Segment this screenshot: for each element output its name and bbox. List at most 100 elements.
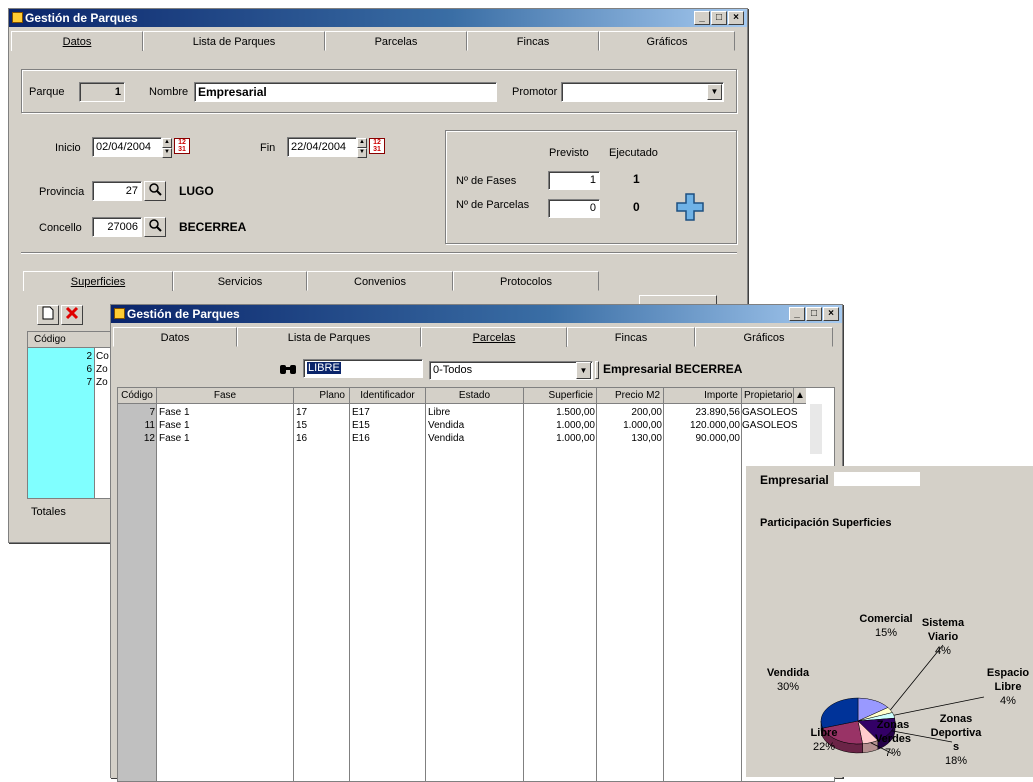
col-divider — [156, 404, 157, 781]
tab-parcelas[interactable]: Parcelas — [325, 31, 467, 51]
col-estado[interactable]: Estado — [426, 388, 524, 404]
inicio-spinner[interactable]: ▲ ▼ — [162, 138, 172, 158]
pie-label-zonas-verdes: Zonas Verdes 7% — [858, 718, 928, 760]
scroll-up-button[interactable]: ▲ — [794, 388, 806, 404]
close-button[interactable]: × — [823, 307, 839, 321]
window-title: Gestión de Parques — [25, 11, 138, 25]
title-bar[interactable]: Gestión de Parques _ □ × — [111, 305, 842, 323]
col-divider — [349, 404, 350, 781]
concello-label: Concello — [39, 222, 82, 234]
codigo-header: Código — [28, 332, 116, 348]
grid-header: Código Fase Plano Identificador Estado S… — [118, 388, 806, 404]
pie-label-libre: Libre 22% — [789, 726, 859, 754]
inicio-calendar-icon[interactable]: 12 31 — [174, 138, 190, 154]
fin-field[interactable]: 22/04/2004 — [287, 137, 357, 157]
fases-previsto-field[interactable]: 1 — [548, 171, 600, 190]
col-plano[interactable]: Plano — [294, 388, 350, 404]
col-fase[interactable]: Fase — [157, 388, 294, 404]
table-row[interactable]: 7 Fase 1 17 E17 Libre 1.500,00 200,00 23… — [118, 406, 812, 419]
fin-calendar-icon[interactable]: 12 31 — [369, 138, 385, 154]
tab-parcelas[interactable]: Parcelas — [421, 327, 567, 347]
col-divider — [663, 404, 664, 781]
promotor-label: Promotor — [512, 86, 558, 98]
pie-label-sistema-viario: Sistema Viario 4% — [908, 616, 978, 658]
promotor-select[interactable] — [561, 82, 724, 102]
tab-lista-parques[interactable]: Lista de Parques — [237, 327, 421, 347]
title-bar[interactable]: Gestión de Parques _ □ × — [9, 9, 747, 27]
inicio-field[interactable]: 02/04/2004 — [92, 137, 162, 157]
table-row[interactable]: 7 Zo — [28, 376, 116, 389]
pie-label-line: Vendida — [766, 667, 810, 679]
pie-label-espacio-libre: Espacio Libre 4% — [973, 666, 1033, 708]
table-row[interactable]: 6 Zo — [28, 363, 116, 376]
tab-datos[interactable]: Datos — [11, 31, 143, 51]
search-input[interactable]: LIBRE — [303, 359, 423, 378]
ejecutado-label: Ejecutado — [609, 147, 658, 159]
col-identificador[interactable]: Identificador — [350, 388, 426, 404]
parcelas-previsto-field[interactable]: 0 — [548, 199, 600, 218]
pie-label-line: 22% — [812, 741, 836, 753]
col-divider — [523, 404, 524, 781]
minimize-button[interactable]: _ — [789, 307, 805, 321]
col-superficie[interactable]: Superficie — [524, 388, 597, 404]
fases-label: Nº de Fases — [456, 175, 517, 187]
parque-label: Parque — [29, 86, 65, 98]
provincia-search-button[interactable] — [144, 181, 166, 201]
table-row[interactable]: 12 Fase 1 16 E16 Vendida 1.000,00 130,00… — [118, 432, 812, 445]
nombre-field[interactable]: Empresarial — [194, 82, 497, 102]
tab-fincas[interactable]: Fincas — [467, 31, 599, 51]
pie-label-vendida: Vendida 30% — [753, 666, 823, 694]
tab-graficos[interactable]: Gráficos — [695, 327, 833, 347]
col-codigo[interactable]: Código — [118, 388, 157, 404]
close-button[interactable]: × — [728, 11, 744, 25]
col-importe[interactable]: Importe — [664, 388, 742, 404]
provincia-field[interactable]: 27 — [92, 181, 142, 201]
add-phase-icon[interactable] — [675, 192, 705, 222]
table-row[interactable]: 2 Co — [28, 350, 116, 363]
maximize-button[interactable]: □ — [711, 11, 727, 25]
pie-label-line: 4% — [1000, 695, 1016, 707]
tab-lista-parques[interactable]: Lista de Parques — [143, 31, 325, 51]
binoculars-icon[interactable] — [279, 362, 297, 376]
tab-datos[interactable]: Datos — [113, 327, 237, 347]
parcelas-grid[interactable]: Código Fase Plano Identificador Estado S… — [117, 387, 835, 782]
tab-graficos[interactable]: Gráficos — [599, 31, 735, 51]
table-row[interactable]: 11 Fase 1 15 E15 Vendida 1.000,00 1.000,… — [118, 419, 812, 432]
parcelas-ejecutado-value: 0 — [633, 200, 640, 214]
maximize-button[interactable]: □ — [806, 307, 822, 321]
subtab-superficies[interactable]: Superficies — [23, 271, 173, 291]
col-propietario[interactable]: Propietario — [742, 388, 794, 404]
promotor-dropdown-button[interactable]: ▼ — [707, 84, 722, 100]
concello-field[interactable]: 27006 — [92, 217, 142, 237]
pie-label-line: Libre — [810, 727, 838, 739]
pie-label-line: 30% — [776, 681, 800, 693]
fin-spinner[interactable]: ▲ ▼ — [357, 138, 367, 158]
inicio-label: Inicio — [55, 142, 81, 154]
minimize-button[interactable]: _ — [694, 11, 710, 25]
pie-label-line: Deportiva — [930, 727, 982, 739]
subtab-servicios[interactable]: Servicios — [173, 271, 307, 291]
delete-record-button[interactable] — [61, 305, 83, 325]
parque-field[interactable]: 1 — [79, 82, 125, 102]
subtab-convenios[interactable]: Convenios — [307, 271, 453, 291]
col-divider — [741, 404, 742, 781]
concello-search-button[interactable] — [144, 217, 166, 237]
col-precio-m2[interactable]: Precio M2 — [597, 388, 664, 404]
col-divider — [596, 404, 597, 781]
pie-label-line: 18% — [944, 755, 968, 767]
superficies-grid[interactable]: Código 2 Co 6 Zo 7 Zo — [27, 331, 117, 499]
splitter[interactable] — [595, 361, 599, 379]
pie-label-line: Verdes — [874, 733, 912, 745]
delete-x-icon — [65, 306, 79, 320]
pie-label-line: Viario — [927, 631, 959, 643]
filter-dropdown-button[interactable]: ▼ — [576, 362, 591, 379]
tab-fincas[interactable]: Fincas — [567, 327, 695, 347]
fin-label: Fin — [260, 142, 276, 154]
filter-select[interactable]: 0-Todos — [429, 361, 593, 380]
col-divider — [425, 404, 426, 781]
subtab-protocolos[interactable]: Protocolos — [453, 271, 599, 291]
new-document-icon — [42, 306, 54, 320]
new-record-button[interactable] — [37, 305, 59, 325]
separator — [21, 252, 737, 254]
pie-label-line: Sistema — [921, 617, 965, 629]
